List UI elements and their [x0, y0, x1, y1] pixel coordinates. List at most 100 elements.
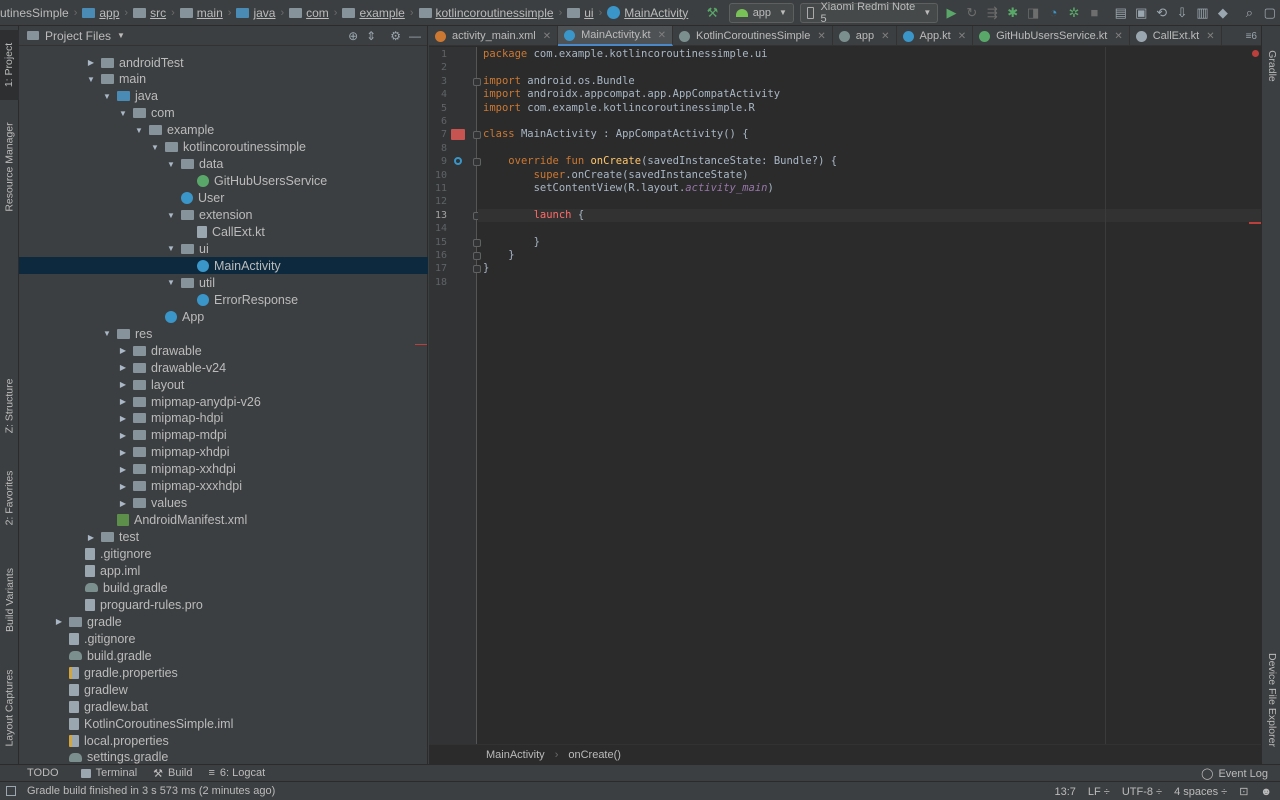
chevron-down-icon[interactable]: ▼	[101, 329, 113, 338]
tree-node[interactable]: KotlinCoroutinesSimple.iml	[19, 715, 428, 732]
breadcrumb-item[interactable]: java ›	[234, 0, 287, 26]
gradle-sync-icon[interactable]: ⟲	[1151, 2, 1171, 24]
close-icon[interactable]: ✕	[1206, 31, 1214, 42]
apply-changes-icon[interactable]: ↻	[962, 2, 982, 24]
tree-node[interactable]: build.gradle	[19, 579, 428, 596]
error-stripe-mark[interactable]	[1249, 222, 1261, 224]
breadcrumb-item[interactable]: ui ›	[565, 0, 605, 26]
layout-inspector-icon[interactable]: ▥	[1192, 2, 1212, 24]
code-line[interactable]: super.onCreate(savedInstanceState)	[478, 169, 1261, 182]
editor-tab[interactable]: MainActivity.kt ✕	[558, 26, 674, 46]
code-line[interactable]: package com.example.kotlincoroutinessimp…	[478, 48, 1261, 61]
sdk-manager-icon[interactable]: ⇩	[1172, 2, 1192, 24]
tool-tab-resource-manager[interactable]: Resource Manager	[0, 112, 19, 222]
close-icon[interactable]: ✕	[543, 31, 551, 42]
code-line[interactable]: override fun onCreate(savedInstanceState…	[478, 155, 1261, 168]
gear-icon[interactable]: ⚙	[390, 29, 401, 43]
activity-layout-icon[interactable]	[451, 129, 465, 141]
tree-node[interactable]: MainActivity	[19, 257, 428, 275]
editor-tab[interactable]: GitHubUsersService.kt ✕	[973, 26, 1130, 46]
avd-manager-icon[interactable]: ▣	[1131, 2, 1151, 24]
tree-node[interactable]: ▶ mipmap-hdpi	[19, 410, 428, 427]
tree-node[interactable]: CallExt.kt	[19, 224, 428, 241]
chevron-right-icon[interactable]: ▶	[117, 482, 129, 491]
layout-icon[interactable]: ▢	[1260, 2, 1280, 24]
error-indicator-icon[interactable]	[1252, 50, 1259, 57]
close-icon[interactable]: ✕	[817, 31, 825, 42]
tree-node[interactable]: gradle.properties	[19, 664, 428, 681]
code-line[interactable]: }	[478, 262, 1261, 275]
status-message[interactable]: Gradle build finished in 3 s 573 ms (2 m…	[27, 785, 275, 797]
tool-tab-layout-captures[interactable]: Layout Captures	[0, 658, 19, 758]
tree-node[interactable]: local.properties	[19, 732, 428, 749]
tree-node[interactable]: .gitignore	[19, 630, 428, 647]
chevron-down-icon[interactable]: ▼	[85, 75, 97, 84]
code-line[interactable]: }	[478, 249, 1261, 262]
tool-windows-icon[interactable]	[6, 786, 16, 796]
chevron-right-icon[interactable]: ▶	[117, 346, 129, 355]
tree-node[interactable]: User	[19, 190, 428, 207]
chevron-down-icon[interactable]: ▼	[149, 143, 161, 152]
todo-tool-button[interactable]: TODO	[27, 767, 59, 779]
run-with-coverage-icon[interactable]: ◨	[1023, 2, 1043, 24]
tabs-overflow[interactable]: ≡6	[1246, 26, 1257, 46]
chevron-down-icon[interactable]: ▼	[117, 109, 129, 118]
run-config-dropdown[interactable]: app ▼	[728, 2, 794, 23]
breadcrumb-item[interactable]: main ›	[178, 0, 235, 26]
tree-node[interactable]: ▶ gradle	[19, 613, 428, 630]
code-line[interactable]	[478, 195, 1261, 208]
build-tool-button[interactable]: ⚒ Build	[153, 767, 192, 780]
editor-tab[interactable]: KotlinCoroutinesSimple ✕	[673, 26, 833, 46]
caret-position[interactable]: 13:7	[1054, 786, 1075, 798]
tree-node[interactable]: ▶ mipmap-xhdpi	[19, 444, 428, 461]
run-icon[interactable]: ▶	[941, 2, 961, 24]
search-icon[interactable]: ⌕	[1239, 2, 1259, 24]
chevron-down-icon[interactable]: ▼	[165, 278, 177, 287]
tree-node[interactable]: ▶ drawable	[19, 342, 428, 359]
hide-icon[interactable]: —	[409, 29, 421, 43]
attach-debugger-icon[interactable]: ✲	[1064, 2, 1084, 24]
make-project-icon[interactable]: ⚒	[702, 2, 722, 24]
collapse-all-icon[interactable]: ⇕	[366, 29, 376, 43]
inspector-icon[interactable]: ☻	[1260, 786, 1272, 798]
code-line[interactable]: launch {	[478, 208, 1261, 223]
code-line[interactable]	[478, 61, 1261, 74]
tool-tab-gradle[interactable]: Gradle	[1262, 36, 1280, 96]
tree-node[interactable]: app.iml	[19, 563, 428, 580]
code-line[interactable]: setContentView(R.layout.activity_main)	[478, 182, 1261, 195]
event-log-button[interactable]: ◯ Event Log	[1201, 765, 1268, 782]
tree-node[interactable]: ▼ kotlincoroutinessimple	[19, 139, 428, 156]
tree-node[interactable]: App	[19, 308, 428, 325]
tool-tab-device-file-explorer[interactable]: Device File Explorer	[1262, 640, 1280, 760]
code-area[interactable]: package com.example.kotlincoroutinessimp…	[478, 47, 1261, 746]
tool-tab-favorites[interactable]: 2: Favorites	[0, 458, 19, 538]
apply-code-changes-icon[interactable]: ⇶	[982, 2, 1002, 24]
tree-node[interactable]: ▶ androidTest	[19, 54, 428, 71]
chevron-right-icon[interactable]: ▶	[117, 431, 129, 440]
chevron-down-icon[interactable]: ▼	[165, 244, 177, 253]
editor-tab[interactable]: activity_main.xml ✕	[429, 26, 559, 46]
code-line[interactable]	[478, 115, 1261, 128]
lock-icon[interactable]: ⊡	[1239, 785, 1248, 798]
tree-node[interactable]: settings.gradle	[19, 749, 428, 764]
profile-icon[interactable]: ◔	[1043, 2, 1063, 24]
tree-node[interactable]: proguard-rules.pro	[19, 596, 428, 613]
tree-node[interactable]: .gitignore	[19, 546, 428, 563]
terminal-tool-button[interactable]: Terminal	[80, 767, 137, 779]
indent-setting[interactable]: 4 spaces ÷	[1174, 786, 1227, 798]
code-line[interactable]: class MainActivity : AppCompatActivity()…	[478, 128, 1261, 141]
chevron-right-icon[interactable]: ▶	[85, 58, 97, 67]
code-line[interactable]: import android.os.Bundle	[478, 75, 1261, 88]
tree-node[interactable]: ▶ values	[19, 495, 428, 512]
breadcrumb-item[interactable]: app ›	[80, 0, 131, 26]
tree-node[interactable]: ▼ ui	[19, 240, 428, 257]
chevron-down-icon[interactable]: ▼	[165, 160, 177, 169]
close-icon[interactable]: ✕	[1114, 31, 1122, 42]
tree-node[interactable]: ▼ java	[19, 88, 428, 105]
chevron-right-icon[interactable]: ▶	[117, 363, 129, 372]
tree-node[interactable]: ErrorResponse	[19, 291, 428, 308]
breadcrumb-class[interactable]: MainActivity	[486, 749, 545, 761]
project-structure-icon[interactable]: ▤	[1111, 2, 1131, 24]
tree-node[interactable]: ▶ mipmap-anydpi-v26	[19, 393, 428, 410]
tree-node[interactable]: ▼ extension	[19, 207, 428, 224]
